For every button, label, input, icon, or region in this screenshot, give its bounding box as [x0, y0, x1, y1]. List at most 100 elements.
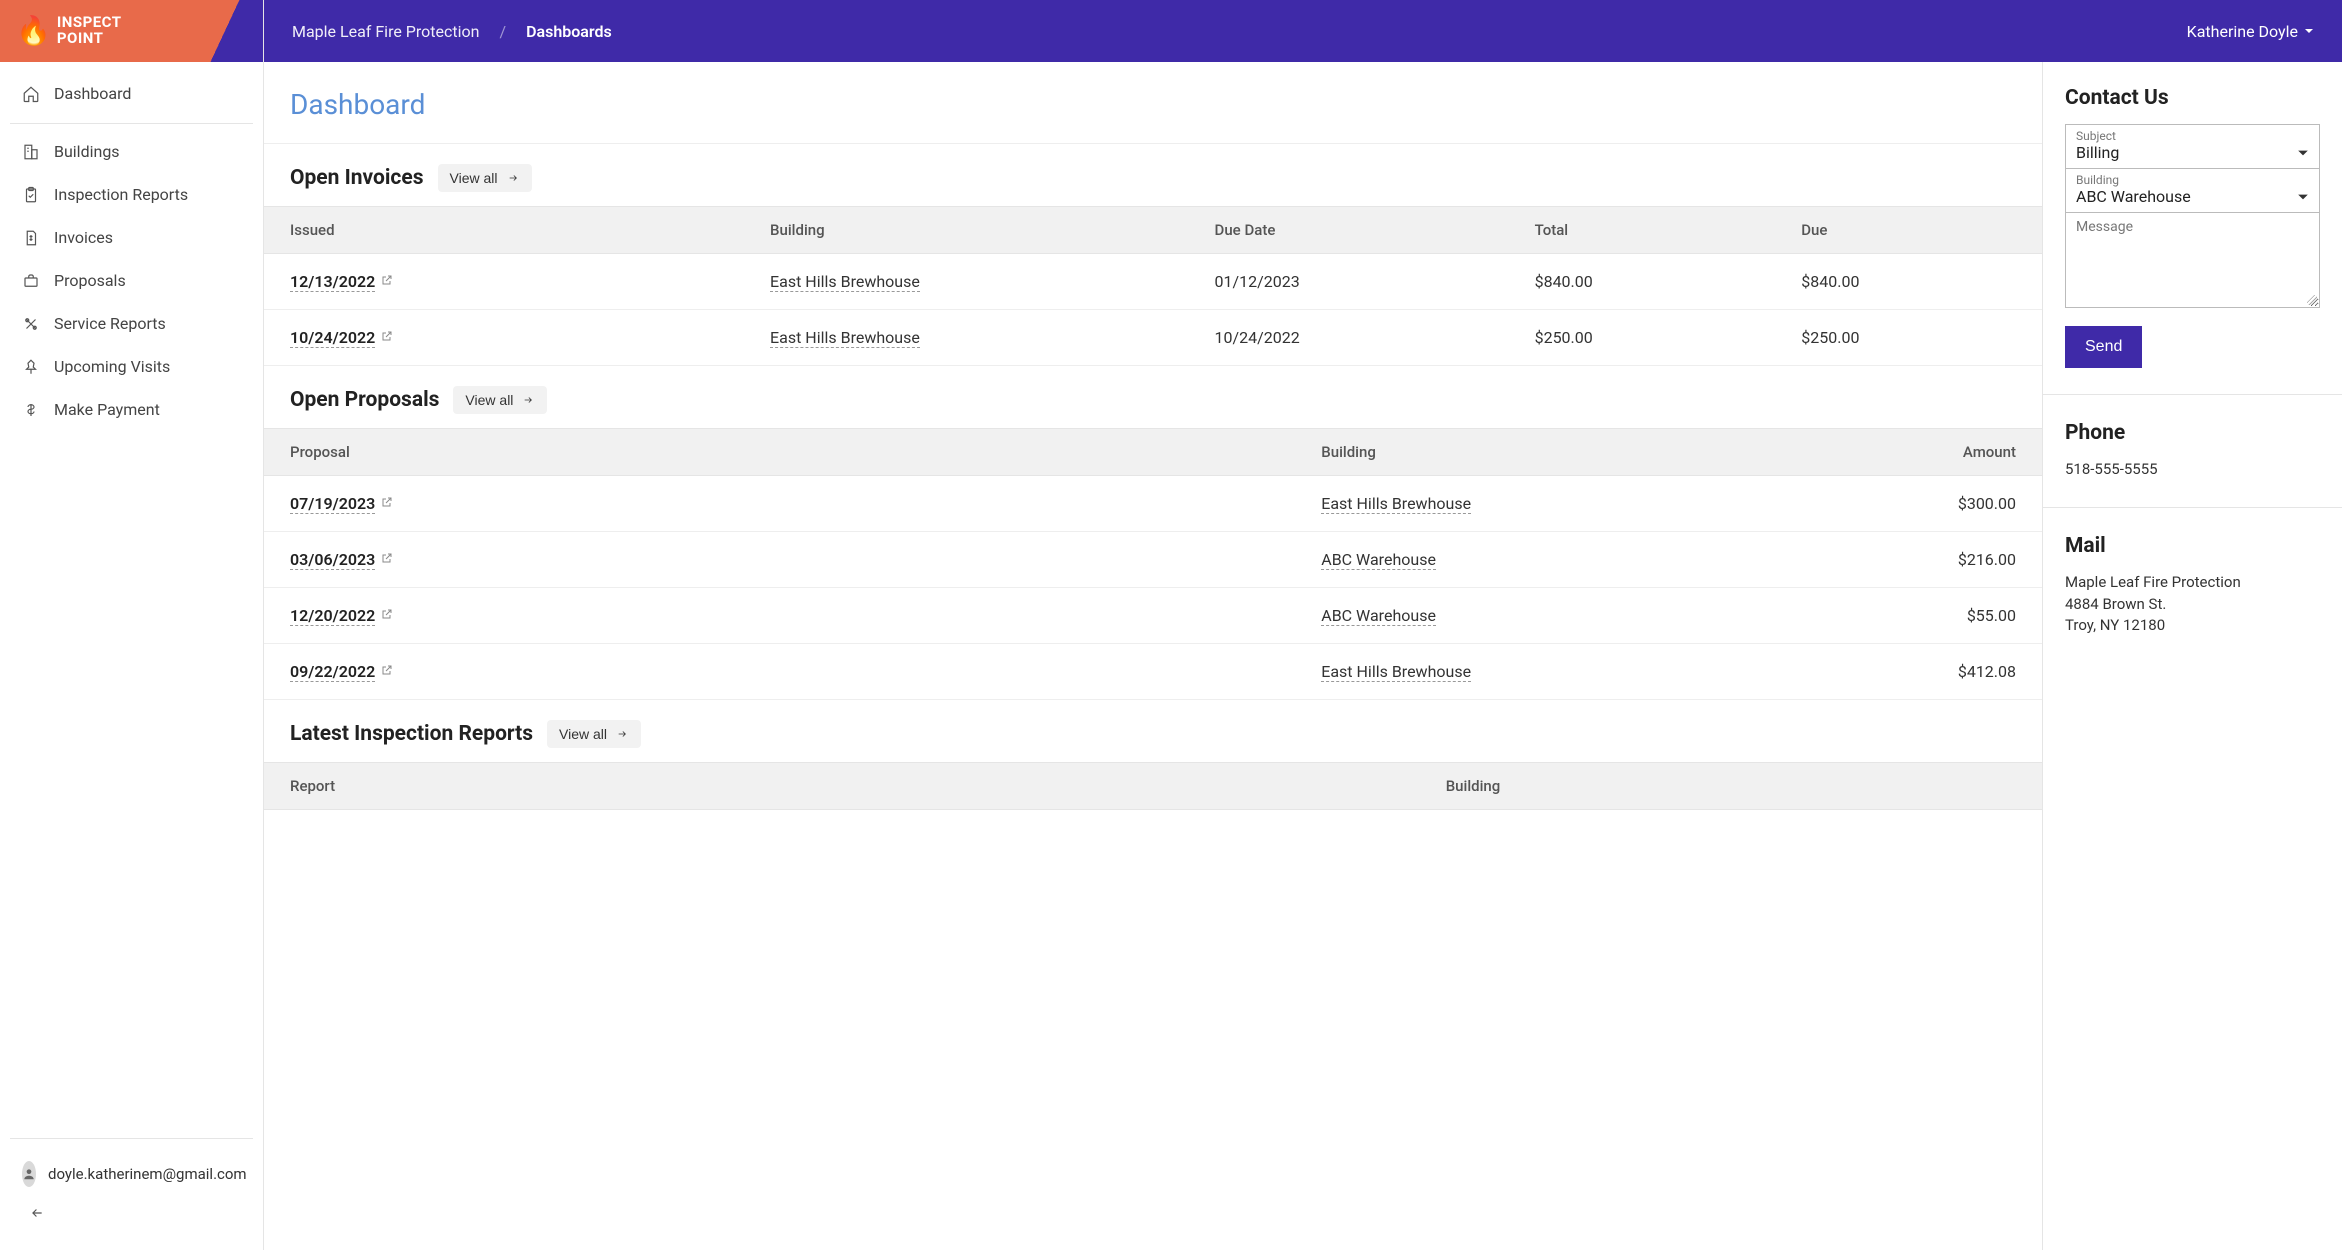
page-body: Dashboard Open Invoices View all Issued …: [264, 62, 2042, 1250]
mail-block: Mail Maple Leaf Fire Protection 4884 Bro…: [2065, 534, 2320, 637]
nav-label: Proposals: [54, 271, 126, 290]
col-building: Building: [1295, 429, 1793, 476]
building-link[interactable]: East Hills Brewhouse: [1321, 662, 1471, 682]
nav-buildings[interactable]: Buildings: [0, 130, 263, 173]
sidebar-user[interactable]: doyle.katherinem@gmail.com: [10, 1149, 253, 1197]
col-building: Building: [1420, 763, 2042, 810]
building-link[interactable]: ABC Warehouse: [1321, 606, 1436, 626]
nav-make-payment[interactable]: Make Payment: [0, 388, 263, 431]
field-label: Building: [2076, 173, 2309, 187]
send-label: Send: [2085, 338, 2122, 355]
view-all-invoices-button[interactable]: View all: [438, 164, 532, 192]
user-menu[interactable]: Katherine Doyle: [2187, 22, 2314, 41]
divider: [2043, 394, 2342, 395]
proposal-link[interactable]: 09/22/2022: [290, 662, 375, 682]
section-header-latest-reports: Latest Inspection Reports View all: [264, 700, 2042, 762]
view-all-reports-button[interactable]: View all: [547, 720, 641, 748]
home-icon: [22, 85, 40, 103]
building-link[interactable]: East Hills Brewhouse: [1321, 494, 1471, 514]
nav-invoices[interactable]: Invoices: [0, 216, 263, 259]
buildings-icon: [22, 143, 40, 161]
nav: Dashboard Buildings Inspection Reports I…: [0, 62, 263, 1138]
total: $250.00: [1509, 310, 1776, 366]
open-invoices-table: Issued Building Due Date Total Due 12/13…: [264, 206, 2042, 366]
mail-title: Mail: [2065, 534, 2320, 558]
section-title: Open Invoices: [290, 166, 424, 190]
nav-label: Inspection Reports: [54, 185, 188, 204]
table-row: 12/20/2022 ABC Warehouse $55.00: [264, 588, 2042, 644]
col-amount: Amount: [1793, 429, 2042, 476]
pin-icon: [22, 358, 40, 376]
phone-title: Phone: [2065, 421, 2320, 445]
due: $250.00: [1775, 310, 2042, 366]
proposal-link[interactable]: 03/06/2023: [290, 550, 375, 570]
nav-inspection-reports[interactable]: Inspection Reports: [0, 173, 263, 216]
collapse-sidebar-button[interactable]: [10, 1197, 253, 1232]
col-due: Due: [1775, 207, 2042, 254]
contact-panel: Contact Us Subject Billing Building ABC …: [2042, 62, 2342, 1250]
section-title: Open Proposals: [290, 388, 439, 412]
breadcrumb: Maple Leaf Fire Protection / Dashboards: [292, 22, 612, 41]
divider: [2043, 507, 2342, 508]
building-link[interactable]: East Hills Brewhouse: [770, 328, 920, 348]
sidebar: 🔥 INSPECT POINT Dashboard Buildings Insp…: [0, 0, 264, 1250]
amount: $216.00: [1793, 532, 2042, 588]
section-header-open-proposals: Open Proposals View all: [264, 366, 2042, 428]
invoice-link[interactable]: 10/24/2022: [290, 328, 375, 348]
breadcrumb-org[interactable]: Maple Leaf Fire Protection: [292, 22, 479, 41]
col-proposal: Proposal: [264, 429, 1295, 476]
flame-icon: 🔥: [16, 17, 51, 45]
section-header-open-invoices: Open Invoices View all: [264, 144, 2042, 206]
table-row: 12/13/2022 East Hills Brewhouse 01/12/2023…: [264, 254, 2042, 310]
proposal-link[interactable]: 12/20/2022: [290, 606, 375, 626]
col-building: Building: [744, 207, 1189, 254]
nav-upcoming-visits[interactable]: Upcoming Visits: [0, 345, 263, 388]
chevron-down-icon: [2297, 191, 2309, 203]
total: $840.00: [1509, 254, 1776, 310]
phone-value: 518-555-5555: [2065, 459, 2320, 481]
col-report: Report: [264, 763, 1420, 810]
topbar: Maple Leaf Fire Protection / Dashboards …: [264, 0, 2342, 62]
nav-proposals[interactable]: Proposals: [0, 259, 263, 302]
view-all-label: View all: [450, 170, 498, 186]
chevron-down-icon: [2297, 147, 2309, 159]
nav-label: Invoices: [54, 228, 113, 247]
nav-dashboard[interactable]: Dashboard: [0, 72, 263, 115]
building-link[interactable]: ABC Warehouse: [1321, 550, 1436, 570]
building-link[interactable]: East Hills Brewhouse: [770, 272, 920, 292]
col-total: Total: [1509, 207, 1776, 254]
nav-label: Buildings: [54, 142, 120, 161]
table-row: 03/06/2023 ABC Warehouse $216.00: [264, 532, 2042, 588]
view-all-proposals-button[interactable]: View all: [453, 386, 547, 414]
contact-title: Contact Us: [2065, 86, 2320, 110]
section-title: Latest Inspection Reports: [290, 722, 533, 746]
subject-select[interactable]: Subject Billing: [2065, 124, 2320, 169]
logo-text: INSPECT POINT: [57, 15, 122, 47]
nav-label: Upcoming Visits: [54, 357, 170, 376]
message-textarea[interactable]: Message: [2065, 212, 2320, 308]
send-button[interactable]: Send: [2065, 326, 2142, 368]
placeholder-text: Message: [2076, 219, 2133, 235]
invoice-link[interactable]: 12/13/2022: [290, 272, 375, 292]
sidebar-footer: doyle.katherinem@gmail.com: [10, 1138, 253, 1250]
briefcase-icon: [22, 272, 40, 290]
col-issued: Issued: [264, 207, 744, 254]
phone-block: Phone 518-555-5555: [2065, 421, 2320, 481]
nav-label: Make Payment: [54, 400, 160, 419]
arrow-right-icon: [506, 173, 520, 183]
amount: $300.00: [1793, 476, 2042, 532]
arrow-right-icon: [615, 729, 629, 739]
building-select[interactable]: Building ABC Warehouse: [2065, 168, 2320, 213]
table-row: 09/22/2022East Hills Brewhouse$412.08: [264, 644, 2042, 700]
amount: $55.00: [1793, 588, 2042, 644]
due-date: 01/12/2023: [1189, 254, 1509, 310]
nav-service-reports[interactable]: Service Reports: [0, 302, 263, 345]
due-date: 10/24/2022: [1189, 310, 1509, 366]
mail-line: Maple Leaf Fire Protection: [2065, 572, 2320, 594]
clipboard-icon: [22, 186, 40, 204]
proposal-link[interactable]: 07/19/2023: [290, 494, 375, 514]
due: $840.00: [1775, 254, 2042, 310]
breadcrumb-current: Dashboards: [526, 22, 612, 41]
nav-divider: [10, 123, 253, 124]
avatar-icon: [22, 1161, 36, 1187]
